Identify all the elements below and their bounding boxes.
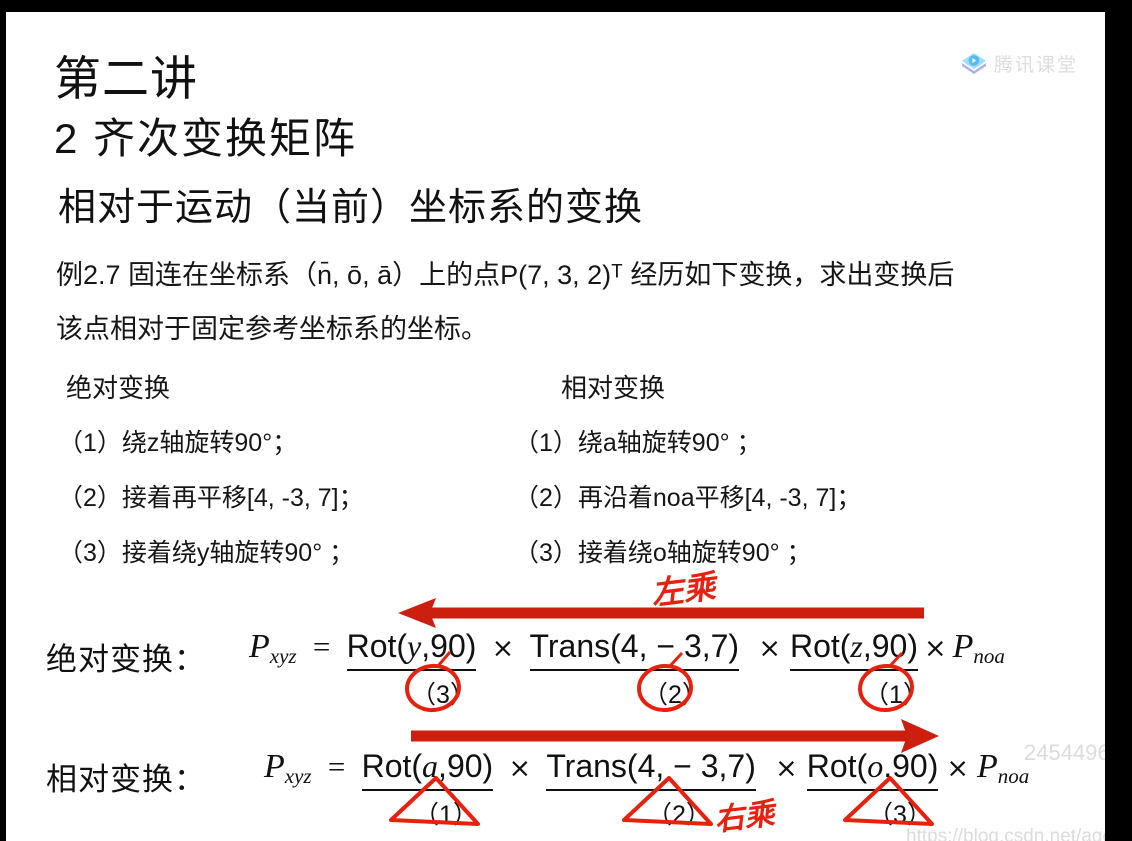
top-letterbox-bar <box>0 0 1132 12</box>
watermark-url: https://blog.csdn.net/agenky <box>906 826 1105 841</box>
logo-text: 腾讯课堂 <box>994 55 1079 76</box>
handwriting-right-multiply: 右乘 <box>712 797 777 838</box>
right-letterbox-bar <box>1105 0 1132 841</box>
tencent-classroom-logo: 腾讯课堂 <box>961 50 1078 77</box>
triangle-mark-1 <box>389 776 480 826</box>
slide-page: 第二讲 2 齐次变换矩阵 相对于运动（当前）坐标系的变换 例2.7 固连在坐标系… <box>6 12 1105 841</box>
triangle-mark-3 <box>843 776 934 826</box>
triangle-mark-2 <box>622 776 713 826</box>
left-letterbox-bar <box>0 0 6 841</box>
slide-canvas: 第二讲 2 齐次变换矩阵 相对于运动（当前）坐标系的变换 例2.7 固连在坐标系… <box>0 0 1132 841</box>
diamond-play-icon <box>962 52 986 74</box>
right-arrow-annotation <box>411 719 939 753</box>
watermark-user-id: 245449696正 <box>1024 740 1105 765</box>
